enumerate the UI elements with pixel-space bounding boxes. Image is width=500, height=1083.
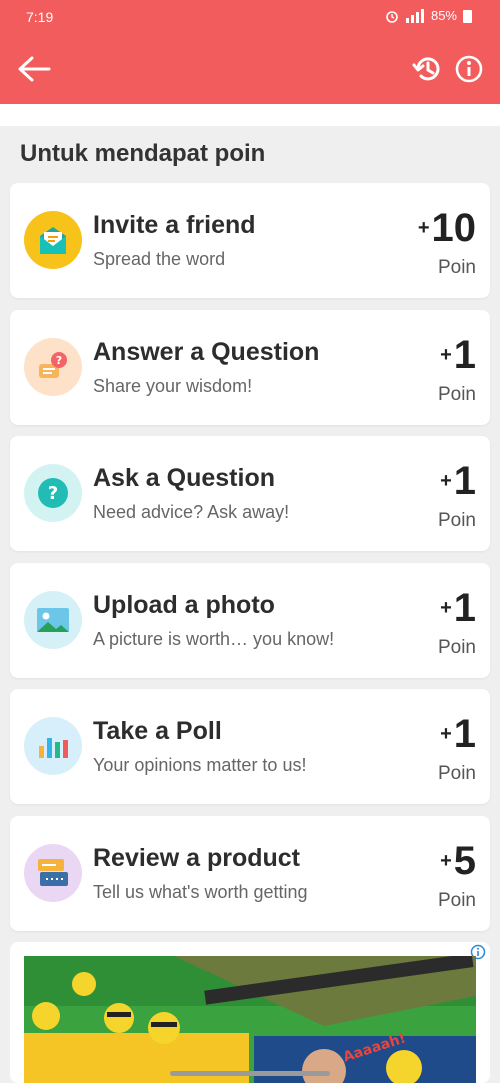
- points-plus: +: [440, 850, 452, 872]
- points-unit: Poin: [437, 890, 476, 911]
- task-subtitle: Spread the word: [93, 249, 226, 269]
- task-points: +1 Poin: [438, 460, 476, 532]
- alarm-icon: [386, 10, 398, 23]
- poll-icon: [24, 717, 82, 775]
- points-value: 1: [453, 586, 476, 630]
- answer-icon: ?: [24, 338, 82, 396]
- points-plus: +: [440, 723, 452, 745]
- task-title: Ask a Question: [93, 464, 275, 492]
- points-value: 5: [453, 839, 476, 883]
- history-icon[interactable]: [412, 54, 442, 84]
- back-arrow-icon[interactable]: [16, 54, 52, 84]
- points-plus: +: [440, 344, 452, 366]
- task-title: Take a Poll: [93, 717, 222, 745]
- signal-icon: [405, 8, 424, 23]
- ad-banner[interactable]: Aaaaah!: [10, 942, 490, 1083]
- task-title: Invite a friend: [93, 211, 256, 239]
- task-points: +5 Poin: [438, 840, 476, 912]
- battery-percent: 85%: [430, 8, 457, 23]
- points-plus: +: [440, 470, 452, 492]
- task-subtitle: Need advice? Ask away!: [93, 502, 290, 522]
- svg-text:?: ?: [56, 354, 62, 367]
- ad-image[interactable]: Aaaaah!: [24, 956, 476, 1083]
- task-card-upload-photo[interactable]: Upload a photo A picture is worth… you k…: [10, 563, 490, 678]
- points-unit: Poin: [437, 510, 476, 531]
- points-plus: +: [417, 217, 430, 239]
- points-unit: Poin: [437, 384, 476, 405]
- points-value: 10: [431, 206, 477, 250]
- points-plus: +: [440, 597, 452, 619]
- status-time: 7:19: [26, 9, 54, 25]
- task-subtitle: Tell us what's worth getting: [93, 882, 308, 902]
- task-points: +10 Poin: [418, 207, 476, 279]
- task-card-ask-question[interactable]: ? Ask a Question Need advice? Ask away! …: [10, 436, 490, 551]
- task-card-take-poll[interactable]: Take a Poll Your opinions matter to us! …: [10, 689, 490, 804]
- task-points: +1 Poin: [438, 334, 476, 406]
- points-value: 1: [453, 712, 476, 756]
- task-subtitle: Your opinions matter to us!: [93, 755, 307, 775]
- app-bar: [0, 34, 500, 104]
- info-icon[interactable]: [454, 54, 484, 84]
- task-subtitle: A picture is worth… you know!: [93, 629, 335, 649]
- review-icon: [24, 844, 82, 902]
- task-title: Upload a photo: [93, 591, 275, 619]
- task-title: Answer a Question: [93, 338, 320, 366]
- status-icons: 85%: [385, 8, 472, 23]
- task-card-invite-friend[interactable]: Invite a friend Spread the word +10 Poin: [10, 183, 490, 298]
- task-card-answer-question[interactable]: ? Answer a Question Share your wisdom! +…: [10, 310, 490, 425]
- task-points: +1 Poin: [438, 713, 476, 785]
- task-card-review-product[interactable]: Review a product Tell us what's worth ge…: [10, 816, 490, 931]
- points-value: 1: [453, 459, 476, 503]
- points-unit: Poin: [437, 763, 476, 784]
- mail-icon: [24, 211, 82, 269]
- task-points: +1 Poin: [438, 587, 476, 659]
- battery-icon: [463, 9, 472, 23]
- svg-text:?: ?: [48, 483, 58, 504]
- gesture-nav-bar[interactable]: [170, 1071, 330, 1076]
- points-unit: Poin: [437, 257, 476, 278]
- task-title: Review a product: [93, 844, 300, 872]
- question-icon: ?: [24, 464, 82, 522]
- points-value: 1: [453, 333, 476, 377]
- photo-icon: [24, 591, 82, 649]
- points-unit: Poin: [437, 637, 476, 658]
- section-title: Untuk mendapat poin: [20, 140, 266, 167]
- content-top-strip: [0, 104, 500, 126]
- task-subtitle: Share your wisdom!: [93, 376, 253, 396]
- status-bar: 7:19 85%: [0, 0, 500, 34]
